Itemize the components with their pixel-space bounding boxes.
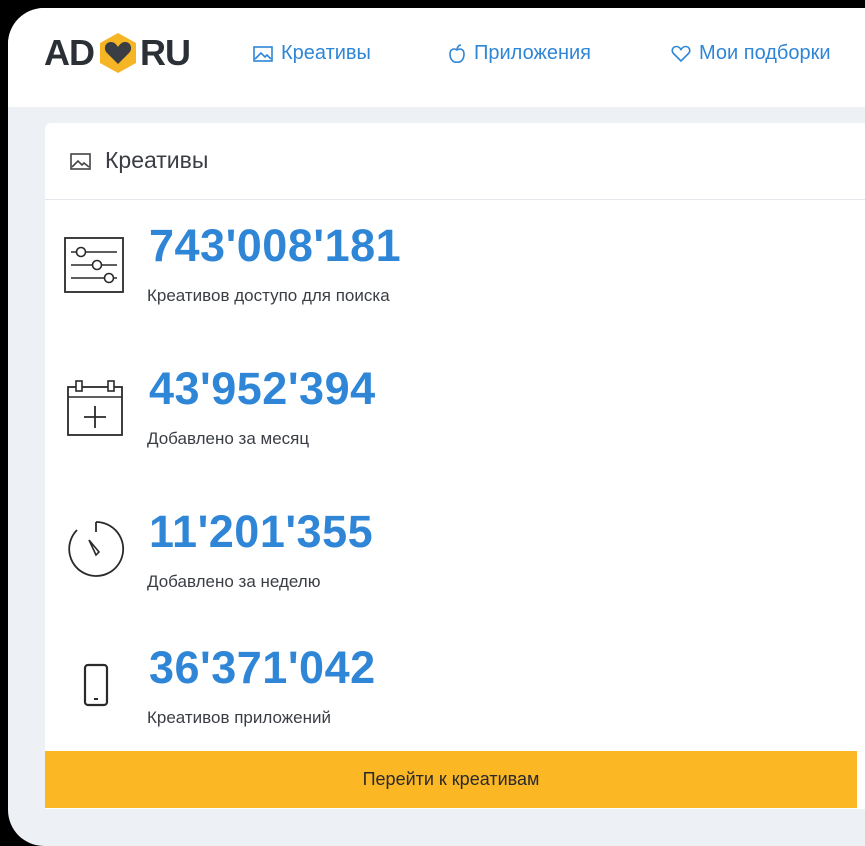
apple-icon — [449, 43, 465, 63]
card-title: Креативы — [105, 147, 209, 173]
stat-value: 11'201'355 — [149, 506, 374, 557]
nav-label-apps: Приложения — [474, 42, 592, 64]
timer-icon — [68, 521, 125, 577]
phone-icon — [83, 663, 109, 707]
creatives-card: Креативы 743'008'181 Креативов доступо д… — [45, 123, 865, 809]
logo[interactable]: AD RU — [44, 31, 191, 75]
stat-value: 43'952'394 — [149, 363, 376, 414]
logo-heart-icon — [100, 33, 136, 73]
sliders-icon — [64, 237, 124, 293]
logo-text-ad: AD — [44, 32, 95, 73]
logo-text-ru: RU — [140, 32, 191, 73]
nav-item-creatives[interactable]: Креативы — [253, 42, 371, 65]
image-icon — [253, 45, 273, 62]
nav-label-collections: Мои подборки — [699, 42, 831, 64]
nav-item-apps[interactable]: Приложения — [448, 42, 591, 65]
stat-label: Добавлено за месяц — [147, 429, 310, 448]
stat-label: Креативов доступо для поиска — [147, 286, 390, 305]
stat-total-creatives: 743'008'181 Креативов доступо для поиска — [45, 220, 865, 340]
image-icon — [70, 153, 91, 170]
heart-icon — [671, 45, 691, 62]
top-navigation-bar: AD RU Креативы Приложения Мои подборки — [8, 8, 865, 107]
stat-label: Добавлено за неделю — [147, 572, 321, 591]
go-to-creatives-button[interactable]: Перейти к креативам — [45, 751, 857, 808]
card-header: Креативы — [45, 123, 865, 200]
stat-added-week: 11'201'355 Добавлено за неделю — [45, 506, 865, 626]
stat-value: 743'008'181 — [149, 220, 402, 271]
nav-item-collections[interactable]: Мои подборки — [671, 42, 831, 65]
calendar-plus-icon — [67, 380, 123, 436]
stat-app-creatives: 36'371'042 Креативов приложений — [45, 642, 865, 762]
stat-label: Креативов приложений — [147, 708, 331, 727]
nav-label-creatives: Креативы — [281, 42, 371, 64]
app-window: AD RU Креативы Приложения Мои подборки К… — [8, 8, 865, 846]
stat-added-month: 43'952'394 Добавлено за месяц — [45, 363, 865, 483]
stat-value: 36'371'042 — [149, 642, 376, 693]
